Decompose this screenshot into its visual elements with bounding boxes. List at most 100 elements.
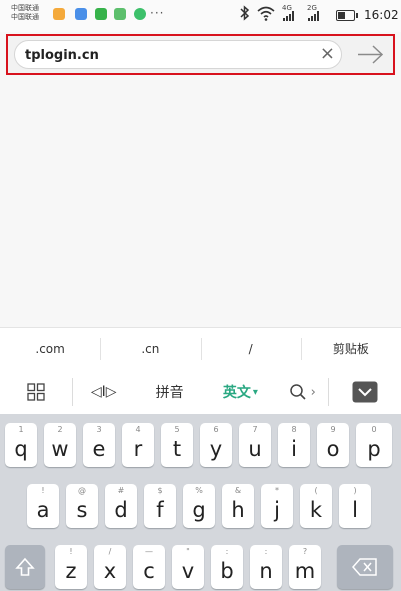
hide-keyboard-button[interactable] <box>329 370 401 414</box>
key-g-alt: % <box>195 486 203 495</box>
key-d[interactable]: # d <box>105 484 137 528</box>
url-input[interactable]: tplogin.cn × <box>14 40 342 69</box>
key-n-label: n <box>259 559 273 583</box>
search-chevron-icon: › <box>310 384 316 400</box>
message-notification-icon <box>75 8 87 20</box>
key-b-alt: : <box>225 547 229 556</box>
keyboard-toolbar: ◁I▷ 拼音 英文 ▾ › <box>0 370 401 414</box>
key-p-label: p <box>367 437 381 461</box>
carrier-line-1: 中国联通 <box>11 4 39 12</box>
key-i-label: i <box>291 437 297 461</box>
key-g-label: g <box>192 498 206 522</box>
key-h[interactable]: & h <box>222 484 254 528</box>
pinyin-mode-button[interactable]: 拼音 <box>135 370 205 414</box>
key-r-alt: 4 <box>135 425 141 434</box>
soft-keyboard: 1q 2w 3e 4r 5t 6y 7u 8i 9o 0p ! a @ s # d $… <box>0 414 401 591</box>
key-a[interactable]: ! a <box>27 484 59 528</box>
key-l[interactable]: ) l <box>339 484 371 528</box>
status-time: 16:02 <box>364 8 399 22</box>
key-i-alt: 8 <box>291 425 297 434</box>
key-w[interactable]: 2w <box>44 423 76 467</box>
grid-menu-icon[interactable] <box>0 370 72 414</box>
key-y[interactable]: 6y <box>200 423 232 467</box>
key-x[interactable]: / x <box>94 545 126 589</box>
key-u[interactable]: 7u <box>239 423 271 467</box>
key-i[interactable]: 8i <box>278 423 310 467</box>
key-n-alt: : <box>264 547 268 556</box>
key-p-alt: 0 <box>371 425 377 434</box>
suggestion-cn[interactable]: .cn <box>100 328 200 370</box>
key-p[interactable]: 0p <box>356 423 392 467</box>
wifi-icon <box>256 5 276 25</box>
search-icon <box>289 384 306 400</box>
suggestion-slash[interactable]: / <box>200 328 301 370</box>
key-k-label: k <box>309 498 323 522</box>
clear-icon[interactable]: × <box>320 42 335 66</box>
key-e-alt: 3 <box>96 425 102 434</box>
key-t[interactable]: 5t <box>161 423 193 467</box>
key-s[interactable]: @ s <box>66 484 98 528</box>
key-l-alt: ) <box>353 486 357 495</box>
address-bar-highlight: tplogin.cn × <box>6 34 395 75</box>
suggestion-clipboard[interactable]: 剪贴板 <box>300 328 401 370</box>
key-m-label: m <box>294 559 316 583</box>
key-t-label: t <box>172 437 182 461</box>
key-e-label: e <box>92 437 106 461</box>
image-notification-icon <box>114 8 126 20</box>
go-arrow-icon[interactable] <box>353 40 387 69</box>
key-o[interactable]: 9o <box>317 423 349 467</box>
key-f[interactable]: $ f <box>144 484 176 528</box>
cursor-move-button[interactable]: ◁I▷ <box>73 370 135 414</box>
key-r[interactable]: 4r <box>122 423 154 467</box>
backspace-key[interactable] <box>337 545 393 589</box>
carrier-line-2: 中国联通 <box>11 13 39 21</box>
web-content-area <box>0 78 401 325</box>
key-u-alt: 7 <box>252 425 258 434</box>
more-notifications-icon: ··· <box>150 6 165 20</box>
key-v[interactable]: " v <box>172 545 204 589</box>
key-h-alt: & <box>234 486 242 495</box>
key-z[interactable]: ! z <box>55 545 87 589</box>
key-q-alt: 1 <box>18 425 24 434</box>
key-b-label: b <box>220 559 234 583</box>
status-bar: 中国联通 中国联通 ··· 4G 2G 16:02 <box>0 0 401 32</box>
key-n[interactable]: :n <box>250 545 282 589</box>
key-c-label: c <box>143 559 155 583</box>
key-b[interactable]: :b <box>211 545 243 589</box>
english-dropdown-icon: ▾ <box>252 386 258 398</box>
url-text: tplogin.cn <box>25 48 99 63</box>
key-m[interactable]: ? m <box>289 545 321 589</box>
english-mode-button[interactable]: 英文 ▾ <box>205 370 277 414</box>
key-w-label: w <box>51 437 69 461</box>
bluetooth-icon <box>240 5 250 25</box>
key-y-label: y <box>209 437 223 461</box>
key-c[interactable]: — c <box>133 545 165 589</box>
key-s-label: s <box>76 498 88 522</box>
key-c-alt: — <box>145 547 153 556</box>
suggestion-com[interactable]: .com <box>0 328 100 370</box>
shift-key[interactable] <box>5 545 45 589</box>
key-o-alt: 9 <box>330 425 336 434</box>
key-l-label: l <box>352 498 358 522</box>
key-q[interactable]: 1q <box>5 423 37 467</box>
key-x-label: x <box>103 559 117 583</box>
key-j[interactable]: * j <box>261 484 293 528</box>
key-v-label: v <box>181 559 195 583</box>
signal-strength-2-icon <box>308 11 319 21</box>
english-mode-label: 英文 <box>222 385 251 401</box>
key-o-label: o <box>326 437 340 461</box>
key-g[interactable]: % g <box>183 484 215 528</box>
key-d-alt: # <box>117 486 125 495</box>
key-f-alt: $ <box>157 486 163 495</box>
keyboard-collapse-icon <box>352 381 378 403</box>
key-k[interactable]: (k <box>300 484 332 528</box>
key-e[interactable]: 3e <box>83 423 115 467</box>
search-button[interactable]: › <box>276 370 328 414</box>
key-k-alt: ( <box>314 486 318 495</box>
backspace-icon <box>352 558 377 576</box>
key-z-label: z <box>65 559 77 583</box>
key-m-alt: ? <box>302 547 308 556</box>
key-u-label: u <box>248 437 262 461</box>
key-j-label: j <box>274 498 280 522</box>
key-d-label: d <box>114 498 128 522</box>
